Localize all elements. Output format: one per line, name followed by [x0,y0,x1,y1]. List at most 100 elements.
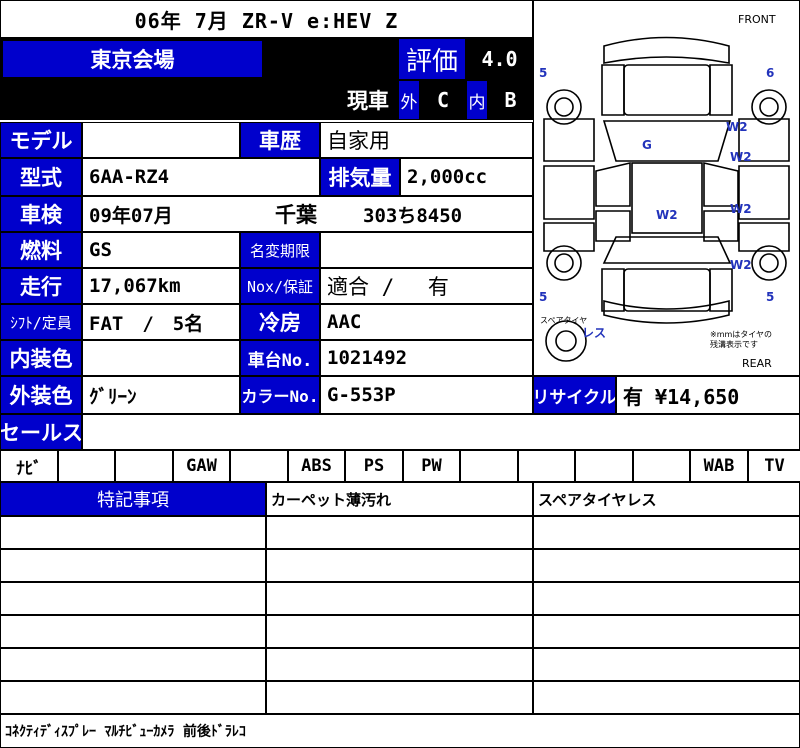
notes-header: 特記事項 [0,482,266,516]
mark-w2-a: W2 [726,120,748,134]
note-cell [533,615,800,648]
transfer-value [320,232,533,268]
transfer-label: 名変期限 [240,232,320,268]
type-label: 型式 [0,158,82,196]
equipment-item [115,450,173,482]
mark-g: G [642,138,652,152]
car-diagram-svg: FRONT REAR 5 6 5 5 G W2 W2 W2 W2 W2 スペアタ… [539,13,790,370]
mark-rear-left: 5 [539,290,547,304]
note-cell [533,516,800,549]
equipment-item: GAW [173,450,230,482]
exterior-label: 外 [398,80,420,120]
footer: ｺﾈｸﾃｨﾃﾞｨｽﾌﾟﾚｰ ﾏﾙﾁﾋﾞｭｰｶﾒﾗ 前後ﾄﾞﾗﾚｺ [0,714,800,748]
note-cell [0,681,266,714]
nox-value: 適合 / 有 [320,268,533,304]
note-cell [266,516,533,549]
plate-number: 303ち8450 [363,204,463,227]
shift-value: FAT / 5名 [82,304,240,340]
history-label: 車歴 [240,122,320,158]
sales-label: セールス [0,414,82,450]
note-cell [0,615,266,648]
note-cell [0,648,266,681]
inspection-value: 09年07月 千葉 303ち8450 [82,196,533,232]
mark-front-left: 5 [539,66,547,80]
color-no-value: G-553P [320,376,533,414]
note-cell [266,615,533,648]
equipment-item: TV [748,450,800,482]
note-cell [266,648,533,681]
note-cell [0,582,266,615]
inspection-label: 車検 [0,196,82,232]
rear-label: REAR [742,357,772,370]
spare-label: スペアタイヤ [540,316,587,325]
equipment-item: ﾅﾋﾞ [0,450,58,482]
ac-value: AAC [320,304,533,340]
nox-label: Nox/保証 [240,268,320,304]
car-diagram: FRONT REAR 5 6 5 5 G W2 W2 W2 W2 W2 スペアタ… [533,0,800,376]
vehicle-title: 06年 7月 ZR-V e:HEV Z [134,8,399,33]
recycle-value: 有 ¥14,650 [616,376,800,414]
less-label: レス [582,326,606,340]
equipment-row: ﾅﾋﾞ GAW ABS PS PW WAB TV [0,450,800,482]
interior-label: 内 [466,80,488,120]
equipment-item [518,450,575,482]
equipment-item [230,450,288,482]
rating-value: 4.0 [466,38,533,80]
recycle-label: リサイクル [533,376,616,414]
displacement-label: 排気量 [320,158,400,196]
note-column-3: スペアタイヤレス [533,482,800,516]
mark-w2-d: W2 [730,202,752,216]
status-label: 現車 [265,80,398,120]
fuel-value: GS [82,232,240,268]
exterior-color-value: ｸﾞﾘｰﾝ [82,376,240,414]
title-cell: 06年 7月 ZR-V e:HEV Z [0,0,533,38]
note-cell [266,549,533,582]
note-cell [533,582,800,615]
interior-grade: B [488,80,533,120]
blank-header [265,38,398,80]
mileage-label: 走行 [0,268,82,304]
status-blank [0,80,265,120]
color-no-label: カラーNo. [240,376,320,414]
mark-w2-b: W2 [730,150,752,164]
plate-region: 千葉 [275,203,317,227]
note-cell [266,582,533,615]
model-label: モデル [0,122,82,158]
note-cell [0,549,266,582]
equipment-item: PS [345,450,403,482]
displacement-value: 2,000cc [400,158,533,196]
interior-color-value [82,340,240,376]
mark-rear-right: 5 [766,290,774,304]
type-value: 6AA-RZ4 [82,158,320,196]
mark-w2-e: W2 [730,258,752,272]
exterior-color-label: 外装色 [0,376,82,414]
ac-label: 冷房 [240,304,320,340]
note-cell [533,549,800,582]
equipment-item [575,450,633,482]
rating-label: 評価 [398,38,466,80]
equipment-item: PW [403,450,460,482]
note-label: ※mmはタイヤの残溝表示です [710,330,772,349]
note-cell [266,681,533,714]
shift-label: ｼﾌﾄ/定員 [0,304,82,340]
equipment-item [633,450,690,482]
venue: 東京会場 [0,38,265,80]
notes-grid [0,516,800,714]
exterior-grade: C [420,80,466,120]
history-value: 自家用 [320,122,533,158]
front-label: FRONT [738,13,776,26]
mileage-value: 17,067km [82,268,240,304]
interior-color-label: 内装色 [0,340,82,376]
sales-value [82,414,800,450]
chassis-value: 1021492 [320,340,533,376]
chassis-label: 車台No. [240,340,320,376]
model-value [82,122,240,158]
equipment-item [58,450,115,482]
note-cell [533,681,800,714]
note-cell [533,648,800,681]
note-column-2: カーペット薄汚れ [266,482,533,516]
mark-front-right: 6 [766,66,774,80]
fuel-label: 燃料 [0,232,82,268]
equipment-item: ABS [288,450,345,482]
equipment-item: WAB [690,450,748,482]
